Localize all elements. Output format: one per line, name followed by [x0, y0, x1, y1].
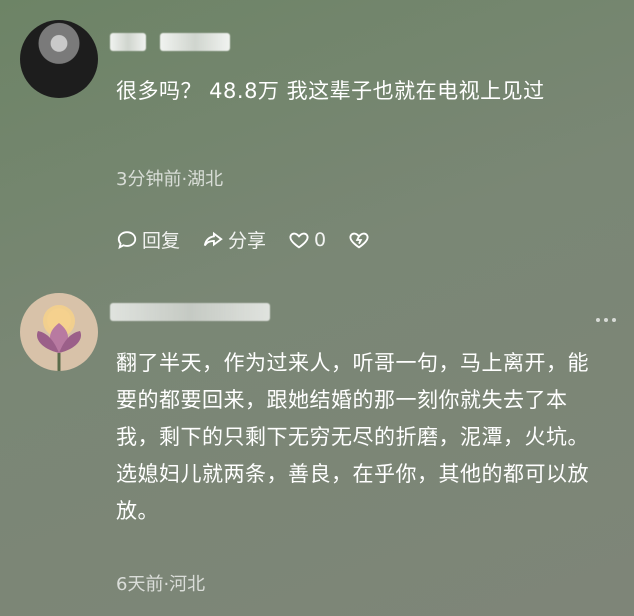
username-blurred[interactable]: [110, 33, 146, 51]
lotus-icon: [36, 305, 82, 371]
more-button[interactable]: [596, 318, 616, 322]
reply-label: 回复: [142, 230, 181, 252]
comment-text: 翻了半天，作为过来人，听哥一句，马上离开，能要的都要回来，跟她结婚的那一刻你就失…: [116, 351, 589, 523]
comment-text: 很多吗？ 48.8万 我这辈子也就在电视上见过: [116, 79, 545, 103]
username-blurred[interactable]: [110, 303, 270, 321]
username-blurred[interactable]: [160, 33, 230, 51]
share-label: 分享: [228, 230, 267, 252]
avatar[interactable]: [20, 20, 98, 98]
reply-icon: [117, 230, 137, 249]
share-icon: [203, 231, 223, 246]
comment-meta: 6天前·河北: [116, 574, 206, 595]
dislike-button[interactable]: [348, 229, 370, 251]
dislike-icon: [349, 232, 369, 248]
share-button[interactable]: 分享: [202, 226, 266, 253]
like-count: 0: [314, 228, 327, 251]
comment-meta: 3分钟前·湖北: [116, 169, 224, 190]
comment-actions: 回复 分享 0: [116, 226, 370, 253]
more-icon: [596, 318, 600, 322]
like-button[interactable]: 0: [288, 229, 326, 251]
avatar[interactable]: [20, 293, 98, 371]
comment-1: 很多吗？ 48.8万 我这辈子也就在电视上见过 3分钟前·湖北 回复 分享 0: [0, 0, 634, 270]
heart-icon: [289, 232, 309, 248]
reply-button[interactable]: 回复: [116, 226, 180, 253]
